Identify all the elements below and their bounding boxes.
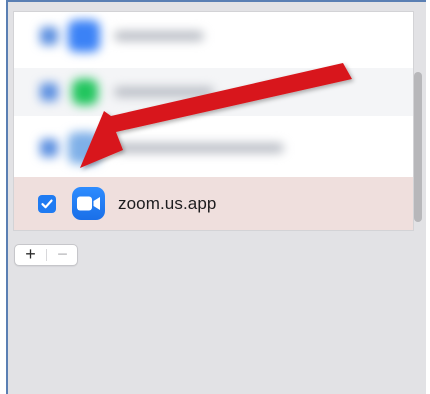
app-checkbox[interactable] <box>40 139 58 157</box>
list-item[interactable] <box>14 68 413 116</box>
list-item-zoom[interactable]: zoom.us.app <box>14 177 413 230</box>
app-label <box>114 31 204 41</box>
zoom-video-camera-icon <box>72 187 105 220</box>
app-label: zoom.us.app <box>118 194 217 213</box>
add-remove-controls: + − <box>14 244 78 266</box>
list-item[interactable] <box>14 12 413 60</box>
app-checkbox[interactable] <box>40 27 58 45</box>
zoom-checkbox[interactable] <box>38 195 56 213</box>
app-icon <box>68 132 100 164</box>
app-label <box>114 87 214 97</box>
app-checkbox[interactable] <box>40 83 58 101</box>
list-item[interactable] <box>14 124 413 172</box>
app-icon <box>72 79 98 105</box>
scrollbar[interactable] <box>414 72 422 222</box>
app-icon <box>68 20 100 52</box>
checkmark-icon <box>41 199 53 209</box>
add-button[interactable]: + <box>15 245 46 265</box>
remove-button[interactable]: − <box>47 245 78 265</box>
app-label <box>114 143 284 153</box>
